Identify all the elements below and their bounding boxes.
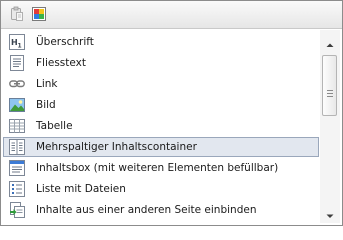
popup-toolbar: [1, 1, 342, 29]
list-item-label: Liste mit Dateien: [36, 183, 126, 195]
element-list: H 1 Überschrift Fliesstext Link Bild Tab…: [3, 32, 319, 223]
list-item-label: Link: [36, 78, 58, 90]
list-item-label: Inhaltsbox (mit weiteren Elementen befül…: [36, 162, 279, 174]
scrollbar-thumb[interactable]: [322, 55, 337, 116]
list-item-label: Bild: [36, 99, 56, 111]
list-item-tabelle[interactable]: Tabelle: [3, 116, 319, 136]
file-list-icon: [9, 181, 25, 197]
color-palette-icon[interactable]: [31, 6, 47, 22]
list-item-mehrspaltiger-inhaltscontainer[interactable]: Mehrspaltiger Inhaltscontainer: [3, 137, 319, 157]
list-item-inhaltsbox[interactable]: Inhaltsbox (mit weiteren Elementen befül…: [3, 158, 319, 178]
svg-text:1: 1: [18, 43, 22, 50]
grip-icon: [327, 82, 333, 97]
list-item-label: Mehrspaltiger Inhaltscontainer: [36, 141, 197, 153]
vertical-scrollbar[interactable]: [320, 30, 340, 223]
list-item-label: Fliesstext: [36, 57, 86, 69]
scroll-up-arrow-icon[interactable]: [324, 36, 336, 48]
scroll-down-arrow-icon[interactable]: [324, 207, 336, 219]
embed-page-icon: [9, 202, 25, 218]
link-icon: [9, 76, 25, 92]
list-item-link[interactable]: Link: [3, 74, 319, 94]
list-item-liste-mit-dateien[interactable]: Liste mit Dateien: [3, 179, 319, 199]
heading-icon: H 1: [9, 34, 25, 50]
list-item-label: Überschrift: [36, 36, 94, 48]
image-icon: [9, 97, 25, 113]
columns-icon: [9, 139, 25, 155]
list-item-ueberschrift[interactable]: H 1 Überschrift: [3, 32, 319, 52]
text-document-icon: [9, 55, 25, 71]
list-item-label: Tabelle: [36, 120, 73, 132]
list-item-bild[interactable]: Bild: [3, 95, 319, 115]
list-item-fliesstext[interactable]: Fliesstext: [3, 53, 319, 73]
table-icon: [9, 118, 25, 134]
content-box-icon: [9, 160, 25, 176]
paste-icon[interactable]: [9, 6, 25, 22]
list-item-label: Inhalte aus einer anderen Seite einbinde…: [36, 204, 257, 216]
insert-element-popup: H 1 Überschrift Fliesstext Link Bild Tab…: [0, 0, 343, 226]
list-item-inhalte-einbinden[interactable]: Inhalte aus einer anderen Seite einbinde…: [3, 200, 319, 220]
